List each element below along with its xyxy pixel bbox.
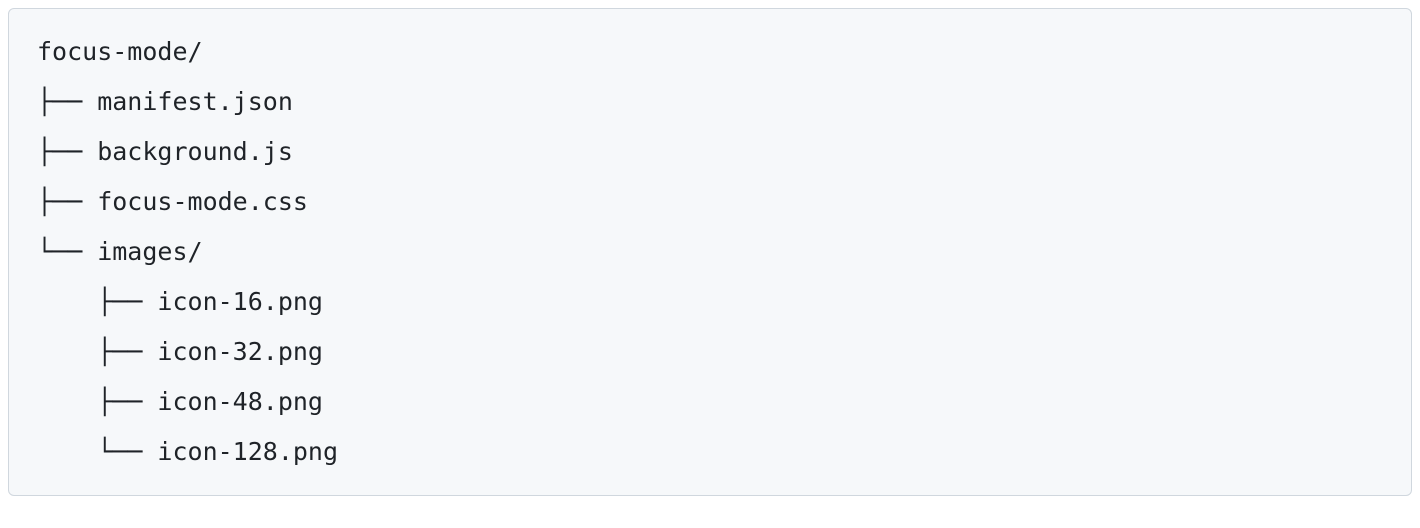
tree-line: ├── manifest.json	[37, 87, 293, 116]
tree-line: ├── icon-16.png	[37, 287, 323, 316]
tree-line: ├── focus-mode.css	[37, 187, 308, 216]
tree-line: ├── icon-48.png	[37, 387, 323, 416]
tree-line: focus-mode/	[37, 37, 203, 66]
tree-line: ├── background.js	[37, 137, 293, 166]
directory-tree: focus-mode/ ├── manifest.json ├── backgr…	[8, 8, 1412, 496]
tree-line: ├── icon-32.png	[37, 337, 323, 366]
tree-line: └── images/	[37, 237, 203, 266]
tree-line: └── icon-128.png	[37, 437, 338, 466]
